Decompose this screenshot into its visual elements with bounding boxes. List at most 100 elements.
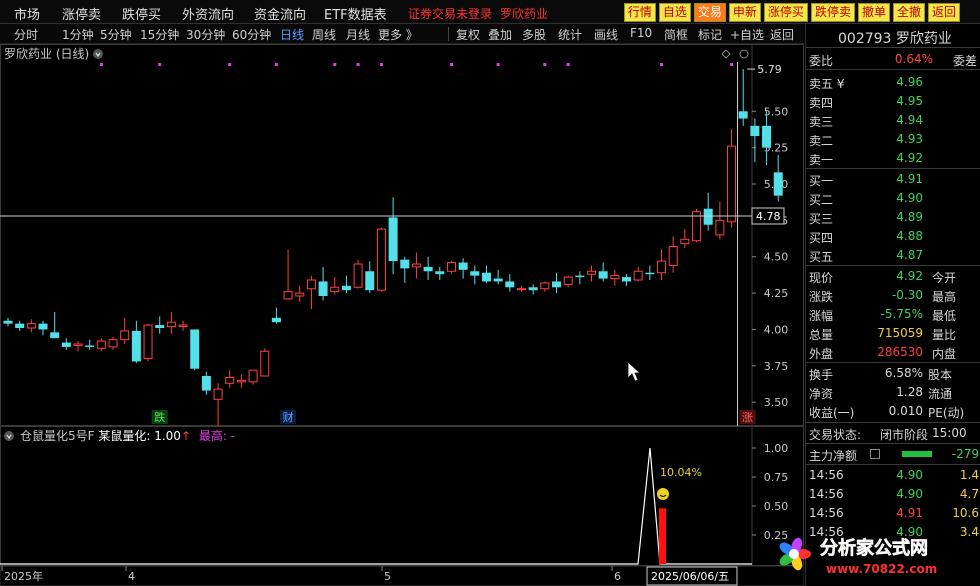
circle-icon[interactable] xyxy=(739,49,749,59)
chart-tool-2[interactable]: 多股 xyxy=(522,26,546,43)
candle-body-up[interactable] xyxy=(26,323,36,329)
candle-body-down[interactable] xyxy=(762,125,772,148)
list-icon[interactable] xyxy=(870,449,880,459)
candle-body-down[interactable] xyxy=(271,317,281,323)
menu-item-2[interactable]: 跌停买 xyxy=(122,4,161,23)
period-tab-1[interactable]: 1分钟 xyxy=(62,26,94,43)
period-tab-6[interactable]: 日线 xyxy=(280,26,304,43)
menu-item-5[interactable]: ETF数据表 xyxy=(324,4,387,23)
chart-tool-6[interactable]: 简框 xyxy=(664,26,688,43)
candle-body-down[interactable] xyxy=(435,271,445,275)
candle-body-up[interactable] xyxy=(353,263,363,288)
candle-body-up[interactable] xyxy=(610,275,620,280)
candle-body-down[interactable] xyxy=(400,259,410,269)
candle-body-down[interactable] xyxy=(15,323,25,328)
candle-body-down[interactable] xyxy=(738,111,748,119)
menu-item-4[interactable]: 资金流向 xyxy=(254,4,306,23)
candle-body-up[interactable] xyxy=(166,321,176,328)
candle-body-up[interactable] xyxy=(516,288,526,291)
candle-body-down[interactable] xyxy=(703,208,713,225)
candle-body-down[interactable] xyxy=(505,281,515,288)
period-tab-5[interactable]: 60分钟 xyxy=(232,26,271,43)
candle-body-up[interactable] xyxy=(213,388,223,400)
broker-login-label[interactable]: 证券交易未登录 xyxy=(408,5,492,22)
diamond-icon[interactable] xyxy=(721,49,731,59)
toolbar-button-1[interactable]: 自选 xyxy=(658,3,691,22)
candle-body-down[interactable] xyxy=(388,217,398,262)
candle-body-up[interactable] xyxy=(446,262,456,272)
candle-body-down[interactable] xyxy=(3,320,13,324)
candle-body-down[interactable] xyxy=(365,271,375,291)
candle-body-up[interactable] xyxy=(727,145,737,223)
toolbar-button-7[interactable]: 全撤 xyxy=(892,3,925,22)
candle-body-up[interactable] xyxy=(73,343,83,346)
candle-body-up[interactable] xyxy=(178,324,188,328)
candle-body-up[interactable] xyxy=(143,324,153,360)
candle-body-down[interactable] xyxy=(50,332,60,339)
candle-body-up[interactable] xyxy=(120,330,130,341)
toolbar-button-3[interactable]: 申新 xyxy=(728,3,761,22)
toolbar-button-4[interactable]: 涨停买 xyxy=(763,3,808,22)
candle-body-down[interactable] xyxy=(131,330,141,362)
period-tab-0[interactable]: 分时 xyxy=(14,26,38,43)
candle-body-up[interactable] xyxy=(587,270,596,275)
candle-body-down[interactable] xyxy=(493,278,503,282)
toolbar-button-2[interactable]: 交易 xyxy=(693,3,726,22)
candle-body-down[interactable] xyxy=(85,345,95,347)
chart-tool-4[interactable]: 画线 xyxy=(594,26,618,43)
candle-body-up[interactable] xyxy=(260,350,270,377)
candle-body-up[interactable] xyxy=(633,270,643,281)
candle-body-down[interactable] xyxy=(61,342,71,347)
candle-body-down[interactable] xyxy=(38,323,48,330)
candle-body-down[interactable] xyxy=(470,271,480,276)
candle-body-down[interactable] xyxy=(201,376,211,391)
candle-body-up[interactable] xyxy=(376,228,386,291)
chart-tool-1[interactable]: 叠加 xyxy=(488,26,512,43)
chevron-down-icon[interactable] xyxy=(93,49,103,59)
candle-body-up[interactable] xyxy=(96,340,106,349)
menu-item-1[interactable]: 涨停卖 xyxy=(62,4,101,23)
candle-body-up[interactable] xyxy=(657,260,667,274)
chart-tool-7[interactable]: 标记 xyxy=(698,26,722,43)
period-tab-9[interactable]: 更多 》 xyxy=(378,26,418,43)
period-tab-8[interactable]: 月线 xyxy=(346,26,370,43)
candle-body-up[interactable] xyxy=(540,282,550,290)
candle-body-down[interactable] xyxy=(773,172,783,196)
candle-body-up[interactable] xyxy=(295,292,305,297)
period-tab-3[interactable]: 15分钟 xyxy=(140,26,179,43)
toolbar-button-6[interactable]: 撤单 xyxy=(857,3,890,22)
candle-body-down[interactable] xyxy=(190,329,200,369)
toolbar-button-8[interactable]: 返回 xyxy=(927,3,960,22)
candle-body-down[interactable] xyxy=(598,271,608,279)
candle-body-up[interactable] xyxy=(330,286,340,293)
candle-body-up[interactable] xyxy=(715,219,725,236)
menu-item-3[interactable]: 外资流向 xyxy=(182,4,234,23)
candle-body-down[interactable] xyxy=(551,281,561,288)
period-tab-4[interactable]: 30分钟 xyxy=(186,26,225,43)
chart-tool-0[interactable]: 复权 xyxy=(456,26,480,43)
candle-body-down[interactable] xyxy=(622,277,632,282)
chart-tool-8[interactable]: +自选 xyxy=(730,26,764,43)
period-tab-7[interactable]: 周线 xyxy=(312,26,336,43)
candle-body-down[interactable] xyxy=(750,125,760,136)
toolbar-button-5[interactable]: 跌停卖 xyxy=(810,3,855,22)
candle-body-down[interactable] xyxy=(575,275,585,278)
candlestick-chart[interactable]: 罗欣药业 (日线)3.503.754.004.254.504.755.005.2… xyxy=(0,44,804,426)
candle-body-up[interactable] xyxy=(108,339,118,348)
toolbar-button-0[interactable]: 行情 xyxy=(623,3,656,22)
candle-body-down[interactable] xyxy=(423,266,433,272)
candle-body-down[interactable] xyxy=(645,272,655,275)
candle-body-up[interactable] xyxy=(411,263,421,268)
indicator-menu-icon[interactable] xyxy=(4,431,14,441)
candle-body-up[interactable] xyxy=(563,276,573,285)
indicator-chart[interactable]: 仓鼠量化5号F 某鼠量化: 1.00↑ 最高: -1.000.750.500.2… xyxy=(0,426,804,566)
chart-tool-3[interactable]: 统计 xyxy=(558,26,582,43)
candle-body-up[interactable] xyxy=(680,238,690,245)
candle-body-up[interactable] xyxy=(283,291,293,300)
chart-tool-9[interactable]: 返回 xyxy=(770,26,794,43)
candle-body-down[interactable] xyxy=(528,287,538,291)
menu-item-0[interactable]: 市场 xyxy=(14,4,40,23)
candle-body-down[interactable] xyxy=(318,281,328,296)
period-tab-2[interactable]: 5分钟 xyxy=(100,26,132,43)
candle-body-down[interactable] xyxy=(155,325,165,328)
